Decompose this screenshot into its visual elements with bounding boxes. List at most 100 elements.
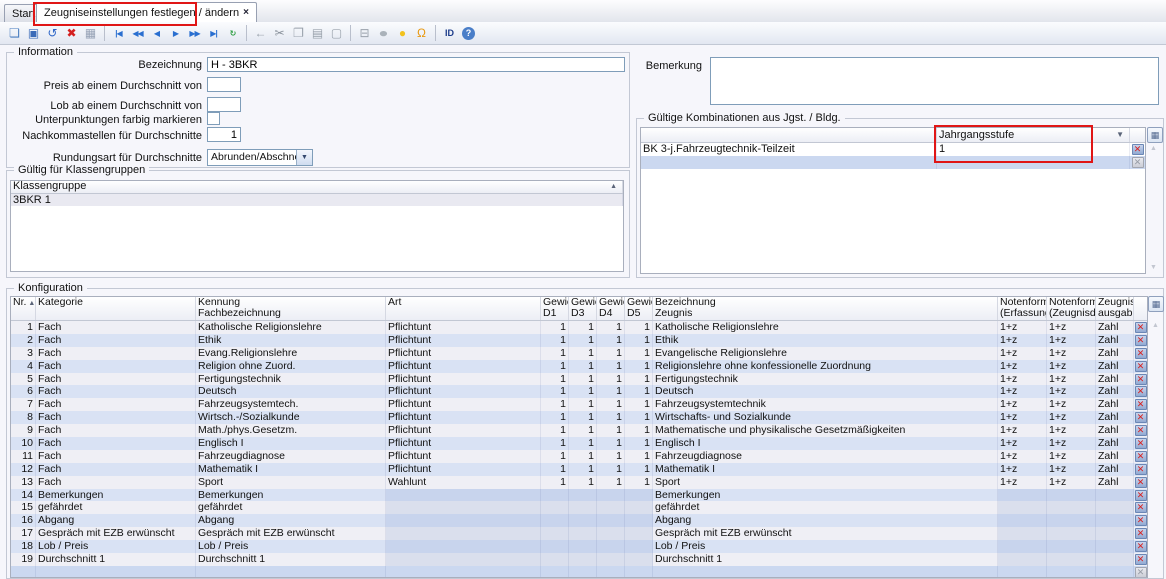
cell-d1[interactable] bbox=[541, 501, 569, 515]
jahrgangsstufe-column-header[interactable]: Jahrgangsstufe ▼ bbox=[937, 128, 1130, 142]
cell-nr[interactable]: 15 bbox=[11, 501, 36, 515]
delete-row-button[interactable]: ✕ bbox=[1134, 386, 1147, 398]
cell-d1[interactable]: 1 bbox=[541, 411, 569, 425]
cell-nf_erfassung[interactable] bbox=[998, 540, 1047, 554]
konfiguration-column-header-kennung[interactable]: Kennung Fachbezeichnung bbox=[196, 297, 386, 320]
cell-kategorie[interactable]: Durchschnitt 1 bbox=[36, 553, 196, 566]
cell-art[interactable] bbox=[386, 540, 541, 554]
cell-d3[interactable]: 1 bbox=[569, 449, 597, 463]
cell-ausgabe[interactable]: Zahl bbox=[1096, 398, 1134, 412]
delete-row-button[interactable]: ✕ bbox=[1134, 515, 1147, 527]
cell-art[interactable] bbox=[386, 527, 541, 541]
cell-nf_erfassung[interactable] bbox=[998, 501, 1047, 515]
cell-d1[interactable]: 1 bbox=[541, 449, 569, 463]
tab-zeugniseinstellungen-close-icon[interactable]: × bbox=[243, 7, 249, 18]
cell-d3[interactable] bbox=[569, 514, 597, 528]
cell-d4[interactable]: 1 bbox=[597, 385, 625, 399]
delete-row-button[interactable]: ✕ bbox=[1134, 321, 1147, 333]
cell-d4[interactable] bbox=[597, 553, 625, 566]
cell-kategorie[interactable]: Fach bbox=[36, 359, 196, 373]
bildungsgang-column-header[interactable]: Bildungsgang bbox=[641, 128, 937, 142]
cell-nf_druck[interactable]: 1+z bbox=[1047, 346, 1096, 360]
new-record-icon[interactable]: ❏ bbox=[5, 25, 24, 42]
cell-d4[interactable]: 1 bbox=[597, 372, 625, 386]
cell-d1[interactable] bbox=[541, 488, 569, 502]
cell-d1[interactable]: 1 bbox=[541, 333, 569, 347]
cell-nf_druck[interactable] bbox=[1047, 553, 1096, 566]
cell-art[interactable]: Pflichtunt bbox=[386, 449, 541, 463]
cell-art[interactable]: Pflichtunt bbox=[386, 462, 541, 476]
cell-d5[interactable]: 1 bbox=[625, 346, 653, 360]
cell-klassengruppe[interactable]: 3BKR 1 bbox=[11, 194, 623, 206]
cell-d1[interactable]: 1 bbox=[541, 372, 569, 386]
delete-row-button[interactable]: ✕ bbox=[1134, 373, 1147, 385]
cell-d3[interactable]: 1 bbox=[569, 437, 597, 450]
cell-art[interactable]: Pflichtunt bbox=[386, 321, 541, 334]
cell-bezeichnung[interactable]: Mathematik I bbox=[653, 462, 998, 476]
cell-d3[interactable]: 1 bbox=[569, 333, 597, 347]
delete-row-button[interactable]: ✕ bbox=[1134, 450, 1147, 462]
cell-d1[interactable] bbox=[541, 514, 569, 528]
konfiguration-row[interactable]: 1 Fach Katholische Religionslehre Pflichtun… bbox=[11, 321, 1147, 334]
konfiguration-row[interactable]: 18 Lob / Preis Lob / Preis Lob / Preis ✕ bbox=[11, 540, 1147, 554]
cell-nr[interactable]: 11 bbox=[11, 449, 36, 463]
cell-nf_druck[interactable]: 1+z bbox=[1047, 385, 1096, 399]
cell-d4[interactable]: 1 bbox=[597, 475, 625, 489]
cell-kennung[interactable]: Durchschnitt 1 bbox=[196, 553, 386, 566]
cell-kategorie[interactable]: Fach bbox=[36, 385, 196, 399]
cell-d1[interactable]: 1 bbox=[541, 359, 569, 373]
cell-nf_druck[interactable]: 1+z bbox=[1047, 462, 1096, 476]
cell-ausgabe[interactable]: Zahl bbox=[1096, 333, 1134, 347]
cell-bezeichnung[interactable]: Fahrzeugsystemtechnik bbox=[653, 398, 998, 412]
cell-nr[interactable] bbox=[11, 565, 36, 577]
cell-ausgabe[interactable] bbox=[1096, 565, 1134, 577]
cell-ausgabe[interactable]: Zahl bbox=[1096, 359, 1134, 373]
konfiguration-row[interactable]: 7 Fach Fahrzeugsystemtech. Pflichtunt 1 1 1 1 Fa… bbox=[11, 398, 1147, 412]
scroll-down-icon[interactable]: ▼ bbox=[1150, 264, 1157, 271]
cell-kennung[interactable]: Katholische Religionslehre bbox=[196, 321, 386, 334]
cell-d4[interactable] bbox=[597, 527, 625, 541]
cell-ausgabe[interactable]: Zahl bbox=[1096, 385, 1134, 399]
cell-d5[interactable] bbox=[625, 514, 653, 528]
konfiguration-row[interactable]: 17 Gespräch mit EZB erwünscht Gespräch mit… bbox=[11, 527, 1147, 541]
cell-ausgabe[interactable] bbox=[1096, 553, 1134, 566]
cell-art[interactable] bbox=[386, 514, 541, 528]
delete-row-button[interactable]: ✕ bbox=[1134, 541, 1147, 553]
cell-d3[interactable] bbox=[569, 540, 597, 554]
konfiguration-column-header-nf_druck[interactable]: Notenformat (Zeugnisdruck) bbox=[1047, 297, 1096, 320]
copy-icon[interactable]: ❐ bbox=[289, 25, 308, 42]
cell-d5[interactable]: 1 bbox=[625, 424, 653, 438]
konfiguration-column-header-ausgabe[interactable]: Zeugnis- ausgabe bbox=[1096, 297, 1134, 320]
cell-nf_erfassung[interactable] bbox=[998, 527, 1047, 541]
cell-d5[interactable]: 1 bbox=[625, 385, 653, 399]
cell-art[interactable]: Pflichtunt bbox=[386, 424, 541, 438]
cell-kategorie[interactable]: Fach bbox=[36, 475, 196, 489]
cell-nf_druck[interactable] bbox=[1047, 540, 1096, 554]
cell-d3[interactable]: 1 bbox=[569, 346, 597, 360]
cell-d4[interactable] bbox=[597, 540, 625, 554]
konfiguration-column-header-d1[interactable]: Gewicht D1 bbox=[541, 297, 569, 320]
cell-nr[interactable]: 5 bbox=[11, 372, 36, 386]
cell-d3[interactable]: 1 bbox=[569, 462, 597, 476]
cell-nr[interactable]: 19 bbox=[11, 553, 36, 566]
cell-bezeichnung[interactable]: Deutsch bbox=[653, 385, 998, 399]
cell-bezeichnung[interactable]: Sport bbox=[653, 475, 998, 489]
cell-art[interactable]: Pflichtunt bbox=[386, 333, 541, 347]
cell-kennung[interactable]: Fahrzeugdiagnose bbox=[196, 449, 386, 463]
cell-d5[interactable]: 1 bbox=[625, 411, 653, 425]
sort-asc-icon[interactable]: ▲ bbox=[610, 181, 620, 193]
cell-ausgabe[interactable]: Zahl bbox=[1096, 411, 1134, 425]
cell-d1[interactable]: 1 bbox=[541, 398, 569, 412]
cell-kategorie[interactable] bbox=[36, 565, 196, 577]
cell-kennung[interactable]: Sport bbox=[196, 475, 386, 489]
cell-nf_druck[interactable]: 1+z bbox=[1047, 411, 1096, 425]
delete-row-button[interactable]: ✕ bbox=[1134, 463, 1147, 475]
cut-icon[interactable]: ✂ bbox=[270, 25, 289, 42]
delete-row-button[interactable]: ✕ bbox=[1134, 553, 1147, 565]
cell-ausgabe[interactable] bbox=[1096, 540, 1134, 554]
cell-kategorie[interactable]: Fach bbox=[36, 333, 196, 347]
cell-d5[interactable] bbox=[625, 527, 653, 541]
cell-d4[interactable]: 1 bbox=[597, 346, 625, 360]
cell-nf_druck[interactable]: 1+z bbox=[1047, 449, 1096, 463]
cell-nr[interactable]: 4 bbox=[11, 359, 36, 373]
